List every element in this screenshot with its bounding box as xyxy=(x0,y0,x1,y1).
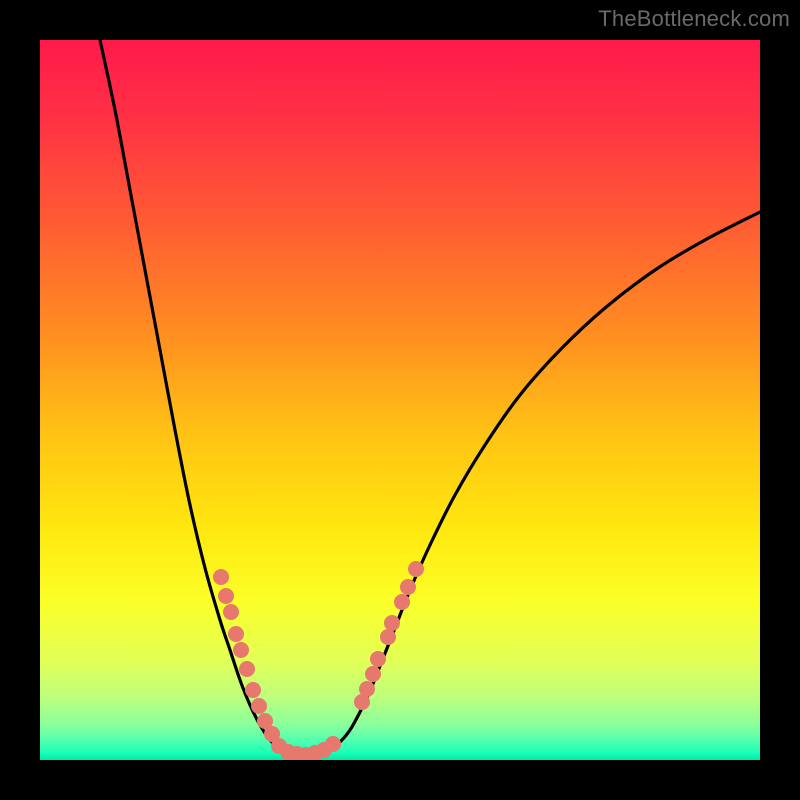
marker-dot xyxy=(223,604,239,620)
chart-svg xyxy=(40,40,760,760)
marker-dot xyxy=(213,569,229,585)
data-markers xyxy=(213,561,424,760)
marker-dot xyxy=(408,561,424,577)
marker-dot xyxy=(365,666,381,682)
plot-area xyxy=(40,40,760,760)
marker-dot xyxy=(218,588,234,604)
marker-dot xyxy=(380,629,396,645)
outer-frame: TheBottleneck.com xyxy=(0,0,800,800)
watermark-text: TheBottleneck.com xyxy=(598,6,790,32)
marker-dot xyxy=(370,651,386,667)
marker-dot xyxy=(239,661,255,677)
marker-dot xyxy=(400,579,416,595)
marker-dot xyxy=(384,615,400,631)
marker-dot xyxy=(233,642,249,658)
marker-dot xyxy=(394,594,410,610)
marker-dot xyxy=(228,626,244,642)
marker-dot xyxy=(359,681,375,697)
marker-dot xyxy=(245,682,261,698)
marker-dot xyxy=(251,698,267,714)
marker-dot xyxy=(325,736,341,752)
bottleneck-curve xyxy=(100,40,760,756)
